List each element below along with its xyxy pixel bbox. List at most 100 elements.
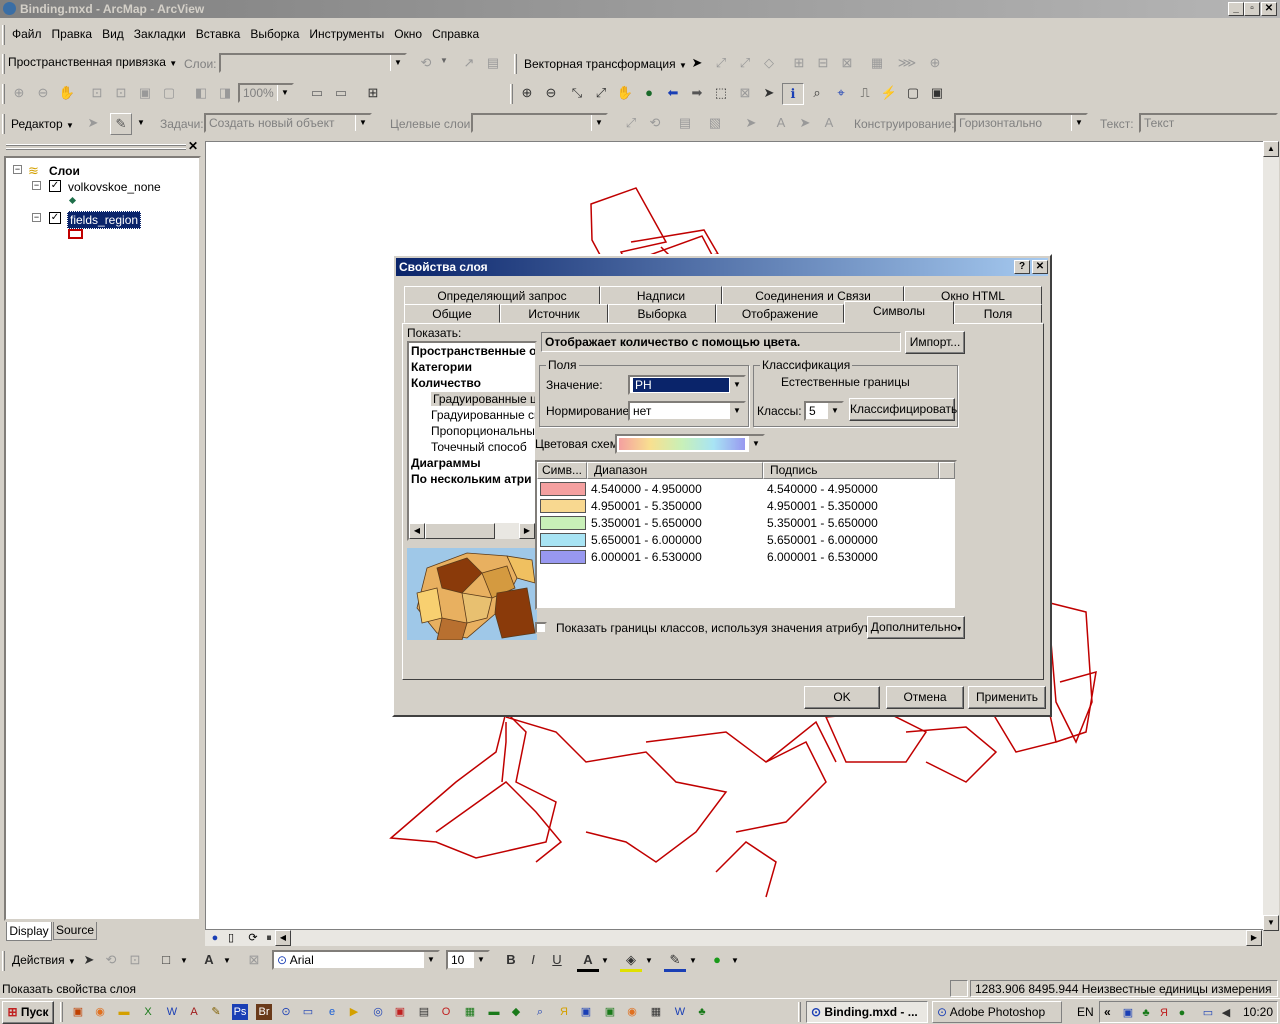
ok-button[interactable]: OK [804, 686, 880, 709]
chevron-down-icon[interactable]: ▼ [601, 956, 609, 965]
quicklaunch-app-icon[interactable]: ◆ [508, 1004, 524, 1020]
quicklaunch-bridge-icon[interactable]: Br [256, 1004, 272, 1020]
advanced-button[interactable]: Дополнительно▾ [867, 616, 965, 639]
vector-transform-menu-button[interactable]: Векторная трансформация ▼ [524, 57, 687, 71]
cancel-button[interactable]: Отмена [886, 686, 964, 709]
taskbar-button-photoshop[interactable]: ⊙ Adobe Photoshop [932, 1001, 1062, 1023]
zoom-out-icon[interactable]: ⊖ [540, 83, 562, 105]
scroll-thumb[interactable] [425, 523, 495, 539]
quicklaunch-acrobat-icon[interactable]: A [186, 1004, 202, 1020]
measure-icon[interactable]: ⎍ [854, 83, 876, 105]
quicklaunch-opera-icon[interactable]: O [438, 1004, 454, 1020]
chevron-down-icon[interactable]: ▼ [731, 956, 739, 965]
select-features-icon[interactable]: ⬚ [710, 83, 732, 105]
quicklaunch-word-icon[interactable]: W [672, 1004, 688, 1020]
tab-symbology[interactable]: Символы [844, 301, 954, 324]
collapse-icon[interactable]: − [32, 181, 41, 190]
quicklaunch-save-icon[interactable]: ▣ [578, 1004, 594, 1020]
zoom-whole-page-icon[interactable]: ▣ [134, 83, 156, 105]
tab-selection[interactable]: Выборка [608, 304, 716, 323]
layer-name-selected[interactable]: fields_region [67, 211, 142, 229]
quicklaunch-search-icon[interactable]: ⌕ [532, 1004, 548, 1020]
tab-fields[interactable]: Поля [954, 304, 1042, 323]
sketch-pencil-icon[interactable]: ✎ [110, 113, 132, 135]
fixed-zoom-out-page-icon[interactable]: ⊡ [110, 83, 132, 105]
renderer-list-item[interactable]: Точечный способ [411, 440, 535, 456]
full-extent-globe-icon[interactable]: ● [638, 83, 660, 105]
table-row[interactable]: 4.950001 - 5.350000 4.950001 - 5.350000 [537, 498, 955, 515]
help-button[interactable]: ? [1014, 260, 1030, 274]
table-row[interactable]: 5.650001 - 6.000000 5.650001 - 6.000000 [537, 532, 955, 549]
rotate-tool-icon[interactable]: ⟲ [644, 113, 666, 135]
collapse-icon[interactable]: − [13, 165, 22, 174]
class-symbol-swatch[interactable] [540, 533, 586, 547]
menu-item[interactable]: Окно [394, 27, 422, 41]
class-symbol-swatch[interactable] [540, 550, 586, 564]
taskbar-button-arcmap[interactable]: ⊙ Binding.mxd - ... [806, 1001, 928, 1023]
edit-tool-arrow-icon[interactable]: ➤ [82, 113, 104, 135]
layout-view-icon[interactable]: ▯ [223, 930, 239, 946]
toggle-draft-mode-icon[interactable]: ▭ [306, 83, 328, 105]
rectangle-icon[interactable]: □ [155, 950, 177, 972]
quicklaunch-app-icon[interactable]: ▦ [648, 1004, 664, 1020]
scroll-right-icon[interactable]: ▶ [519, 523, 535, 539]
close-window-button[interactable]: ✕ [1261, 2, 1277, 16]
horizontal-text-icon[interactable]: A [770, 113, 792, 135]
class-symbol-swatch[interactable] [540, 516, 586, 530]
renderer-list-item[interactable]: Количество [411, 376, 535, 392]
tray-network-icon[interactable]: ▣ [1120, 1005, 1136, 1021]
pan-icon[interactable]: ✋ [614, 83, 636, 105]
marker-color-icon[interactable]: ● [706, 950, 728, 972]
quicklaunch-excel-icon[interactable]: X [140, 1004, 156, 1020]
edit-vertices-icon[interactable]: ⊠ [243, 950, 265, 972]
limited-adjust-icon[interactable]: ⊞ [788, 53, 810, 75]
class-symbol-swatch[interactable] [540, 482, 586, 496]
tab-source[interactable]: Source [53, 922, 97, 940]
chevron-left-icon[interactable]: « [1104, 1005, 1111, 1019]
font-color-icon[interactable]: A [577, 950, 599, 972]
next-extent-page-icon[interactable]: ◨ [214, 83, 236, 105]
clear-links-icon[interactable]: ⊠ [836, 53, 858, 75]
target-layer-select[interactable]: ▼ [471, 113, 608, 133]
show-class-bounds-checkbox[interactable] [535, 622, 547, 634]
classify-button[interactable]: Классифицировать [849, 398, 957, 421]
quicklaunch-app-icon[interactable]: ▦ [462, 1004, 478, 1020]
chevron-down-icon[interactable]: ▼ [180, 956, 188, 965]
color-ramp-select[interactable]: ▼ [615, 434, 765, 454]
scroll-right-icon[interactable]: ▶ [1246, 930, 1262, 946]
rotate-icon[interactable]: ⟲ [100, 950, 122, 972]
zoom-percent-select[interactable]: 100% ▼ [238, 83, 294, 103]
tray-yandex-icon[interactable]: Я [1156, 1005, 1172, 1021]
quicklaunch-tool-icon[interactable]: ✎ [208, 1004, 224, 1020]
pan-page-icon[interactable]: ✋ [56, 83, 78, 105]
renderer-list-item[interactable]: По нескольким атри [411, 472, 535, 488]
quicklaunch-app-icon[interactable]: ▣ [70, 1004, 86, 1020]
tab-source[interactable]: Источник [500, 304, 608, 323]
tab-display[interactable]: Отображение [716, 304, 844, 323]
table-row[interactable]: 4.540000 - 4.950000 4.540000 - 4.950000 [537, 481, 955, 498]
tab-display[interactable]: Display [6, 922, 52, 941]
close-icon[interactable]: ✕ [188, 139, 198, 153]
select-elements-arrow-icon[interactable]: ➤ [758, 83, 780, 105]
quicklaunch-ie-icon[interactable]: e [324, 1004, 340, 1020]
menu-item[interactable]: Правка [52, 27, 93, 41]
sketch-properties-icon[interactable]: ▧ [704, 113, 726, 135]
menu-item[interactable]: Выборка [250, 27, 299, 41]
identify-info-icon[interactable]: ℹ [782, 83, 804, 105]
new-text-icon[interactable]: A [198, 950, 220, 972]
renderer-list-item[interactable]: Пространственные о [411, 344, 535, 360]
quicklaunch-desktop-icon[interactable]: ▭ [300, 1004, 316, 1020]
menu-item[interactable]: Инструменты [309, 27, 384, 41]
georef-menu-button[interactable]: Пространственная привязка ▼ [8, 55, 177, 75]
follow-feature-icon[interactable]: ➤ [794, 113, 816, 135]
tray-app-icon[interactable]: ♣ [1138, 1005, 1154, 1021]
html-popup-icon[interactable]: ▢ [902, 83, 924, 105]
straight-text-icon[interactable]: A [818, 113, 840, 135]
chevron-down-icon[interactable]: ▼ [645, 956, 653, 965]
multi-displacement-icon[interactable]: ⤢ [734, 53, 756, 75]
renderer-list-item[interactable]: Пропорциональные [411, 424, 535, 440]
quicklaunch-firefox-icon[interactable]: ◉ [92, 1004, 108, 1020]
adjust-area-icon[interactable]: ⊟ [812, 53, 834, 75]
layer-visibility-checkbox[interactable]: ✓ [49, 212, 61, 224]
menu-item[interactable]: Закладки [134, 27, 186, 41]
